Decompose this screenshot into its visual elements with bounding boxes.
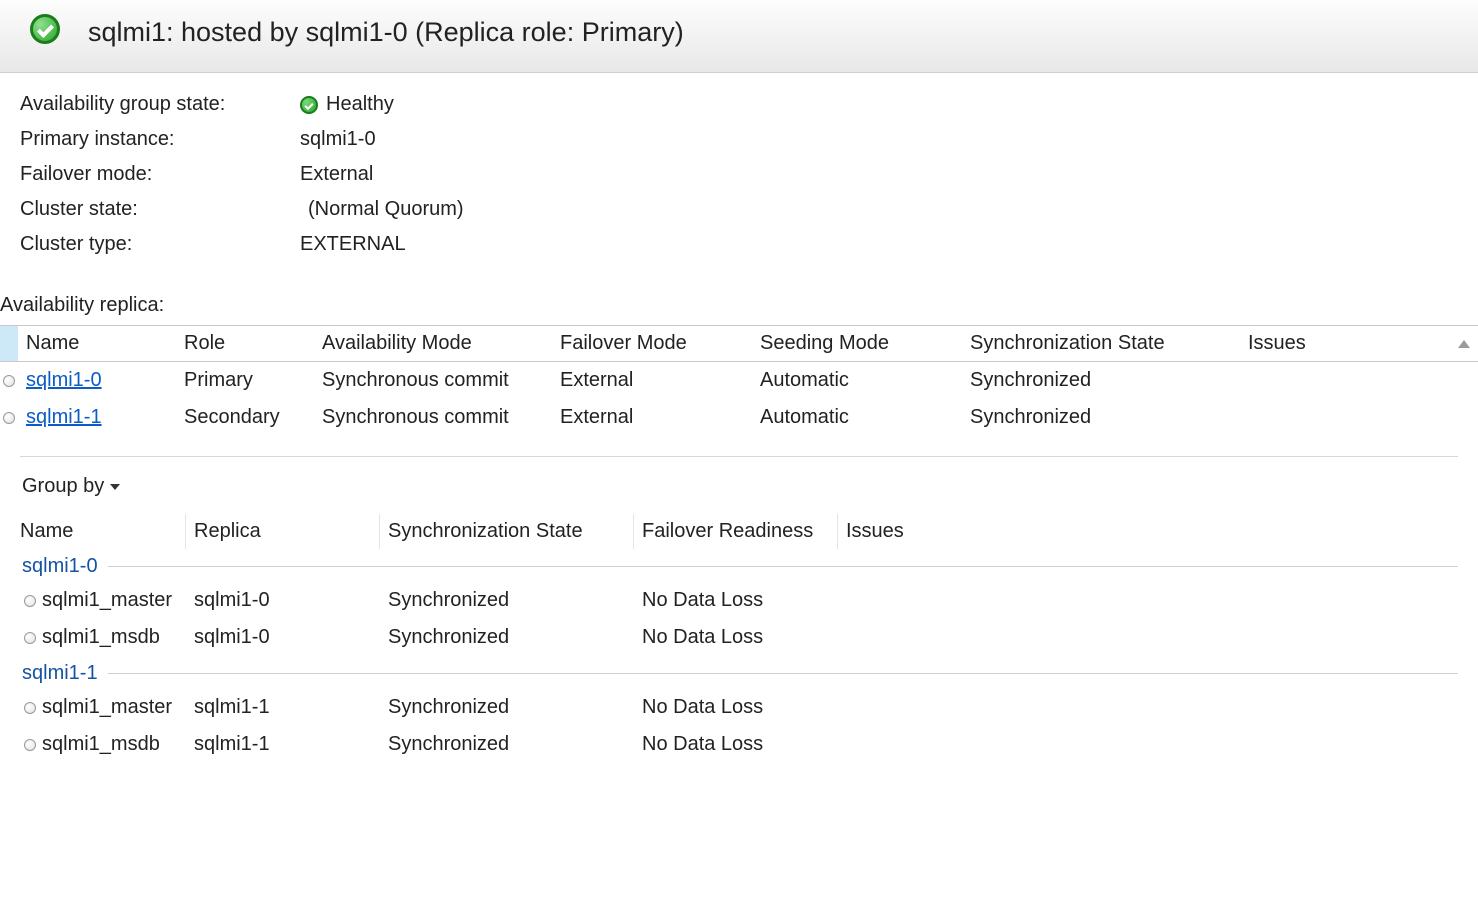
status-indicator-icon: [20, 632, 40, 644]
group-title: sqlmi1-0: [22, 555, 98, 578]
table-row[interactable]: sqlmi1-0 PrimarySynchronous commitExterna…: [0, 362, 1478, 399]
replica-link[interactable]: sqlmi1-0: [26, 369, 102, 391]
table-row[interactable]: sqlmi1-1 SecondarySynchronous commitExter…: [0, 399, 1478, 436]
group-header[interactable]: sqlmi1-1: [20, 656, 1458, 689]
chevron-down-icon: [110, 484, 120, 490]
replica-section-label: Availability replica:: [0, 276, 1478, 325]
cell-issues: [838, 635, 1034, 641]
cell-sync-state: Synchronized: [380, 623, 634, 652]
divider-line: [108, 673, 1458, 674]
cell-db-name: sqlmi1_master: [40, 693, 186, 722]
cell-replica: sqlmi1-1: [186, 730, 380, 759]
cell-issues: [1240, 378, 1478, 384]
databases-section: Group by Name Replica Synchronization St…: [0, 456, 1478, 763]
db-grid-header: Name Replica Synchronization State Failo…: [20, 508, 1458, 549]
replica-link[interactable]: sqlmi1-1: [26, 406, 102, 428]
cell-failover-readiness: No Data Loss: [634, 623, 838, 652]
divider-line: [108, 566, 1458, 567]
col-seeding-mode[interactable]: Seeding Mode: [752, 326, 962, 361]
table-row[interactable]: sqlmi1_msdbsqlmi1-0SynchronizedNo Data L…: [20, 619, 1458, 656]
col-sync-state[interactable]: Synchronization State: [962, 326, 1240, 361]
status-indicator-icon: [20, 702, 40, 714]
cell-sync-state: Synchronized: [380, 730, 634, 759]
cell-seeding-mode: Automatic: [752, 366, 962, 395]
kv-value: sqlmi1-0: [300, 128, 376, 151]
kv-value: (Normal Quorum): [300, 198, 464, 221]
col-issues[interactable]: Issues: [1240, 326, 1478, 361]
kv-label: Availability group state:: [20, 93, 300, 116]
status-indicator-icon: [20, 739, 40, 751]
cell-sync-state: Synchronized: [380, 693, 634, 722]
dcol-replica[interactable]: Replica: [186, 514, 380, 549]
kv-value: EXTERNAL: [300, 233, 406, 256]
status-indicator-icon: [0, 375, 18, 387]
kv-ag-state: Availability group state: Healthy: [20, 87, 1458, 122]
replica-rows: sqlmi1-0 PrimarySynchronous commitExterna…: [0, 362, 1478, 436]
healthy-icon: [300, 96, 318, 114]
summary-section: Availability group state: Healthy Primar…: [0, 73, 1478, 262]
col-role[interactable]: Role: [176, 326, 314, 361]
cell-db-name: sqlmi1_master: [40, 586, 186, 615]
cell-failover-mode: External: [552, 403, 752, 432]
cell-failover-mode: External: [552, 366, 752, 395]
page-title: sqlmi1: hosted by sqlmi1-0 (Replica role…: [88, 17, 684, 48]
cell-issues: [838, 598, 1034, 604]
group-title: sqlmi1-1: [22, 662, 98, 685]
cell-db-name: sqlmi1_msdb: [40, 623, 186, 652]
dcol-sync-state[interactable]: Synchronization State: [380, 514, 634, 549]
status-indicator-icon: [20, 595, 40, 607]
col-failover-mode[interactable]: Failover Mode: [552, 326, 752, 361]
col-availability-mode[interactable]: Availability Mode: [314, 326, 552, 361]
dcol-issues[interactable]: Issues: [838, 514, 1034, 549]
dcol-name[interactable]: Name: [20, 514, 186, 549]
kv-label: Failover mode:: [20, 163, 300, 186]
cell-sync-state: Synchronized: [962, 403, 1240, 432]
cell-replica: sqlmi1-0: [186, 623, 380, 652]
cell-seeding-mode: Automatic: [752, 403, 962, 432]
kv-cluster-state: Cluster state: (Normal Quorum): [20, 192, 1458, 227]
sort-asc-icon: [1458, 340, 1470, 348]
cell-issues: [838, 742, 1034, 748]
cell-failover-readiness: No Data Loss: [634, 730, 838, 759]
kv-failover-mode: Failover mode: External: [20, 157, 1458, 192]
kv-label: Primary instance:: [20, 128, 300, 151]
cell-sync-state: Synchronized: [380, 586, 634, 615]
kv-label: Cluster state:: [20, 198, 300, 221]
replica-grid-header: Name Role Availability Mode Failover Mod…: [0, 325, 1478, 362]
col-name[interactable]: Name: [18, 326, 176, 361]
table-row[interactable]: sqlmi1_mastersqlmi1-1SynchronizedNo Data…: [20, 689, 1458, 726]
cell-db-name: sqlmi1_msdb: [40, 730, 186, 759]
col-issues-label: Issues: [1248, 332, 1306, 355]
cell-issues: [838, 705, 1034, 711]
kv-primary-instance: Primary instance: sqlmi1-0: [20, 122, 1458, 157]
table-row[interactable]: sqlmi1_mastersqlmi1-0SynchronizedNo Data…: [20, 582, 1458, 619]
group-header[interactable]: sqlmi1-0: [20, 549, 1458, 582]
status-indicator-icon: [0, 412, 18, 424]
cell-failover-readiness: No Data Loss: [634, 693, 838, 722]
kv-value: Healthy: [326, 93, 394, 116]
section-divider: [20, 456, 1458, 457]
table-row[interactable]: sqlmi1_msdbsqlmi1-1SynchronizedNo Data L…: [20, 726, 1458, 763]
replica-section: Availability replica: Name Role Availabi…: [0, 262, 1478, 436]
cell-role: Secondary: [176, 403, 314, 432]
cell-availability-mode: Synchronous commit: [314, 366, 552, 395]
kv-cluster-type: Cluster type: EXTERNAL: [20, 227, 1458, 262]
cell-sync-state: Synchronized: [962, 366, 1240, 395]
cell-issues: [1240, 415, 1478, 421]
dashboard-header: sqlmi1: hosted by sqlmi1-0 (Replica role…: [0, 0, 1478, 73]
col-indicator[interactable]: [0, 326, 18, 361]
groupby-dropdown[interactable]: Group by: [20, 457, 120, 508]
cell-replica: sqlmi1-1: [186, 693, 380, 722]
kv-value: External: [300, 163, 373, 186]
kv-label: Cluster type:: [20, 233, 300, 256]
cell-failover-readiness: No Data Loss: [634, 586, 838, 615]
status-ok-icon: [30, 14, 60, 50]
db-groups: sqlmi1-0sqlmi1_mastersqlmi1-0Synchronize…: [20, 549, 1458, 763]
cell-role: Primary: [176, 366, 314, 395]
cell-availability-mode: Synchronous commit: [314, 403, 552, 432]
cell-replica: sqlmi1-0: [186, 586, 380, 615]
groupby-label: Group by: [22, 475, 104, 498]
dcol-failover-readiness[interactable]: Failover Readiness: [634, 514, 838, 549]
